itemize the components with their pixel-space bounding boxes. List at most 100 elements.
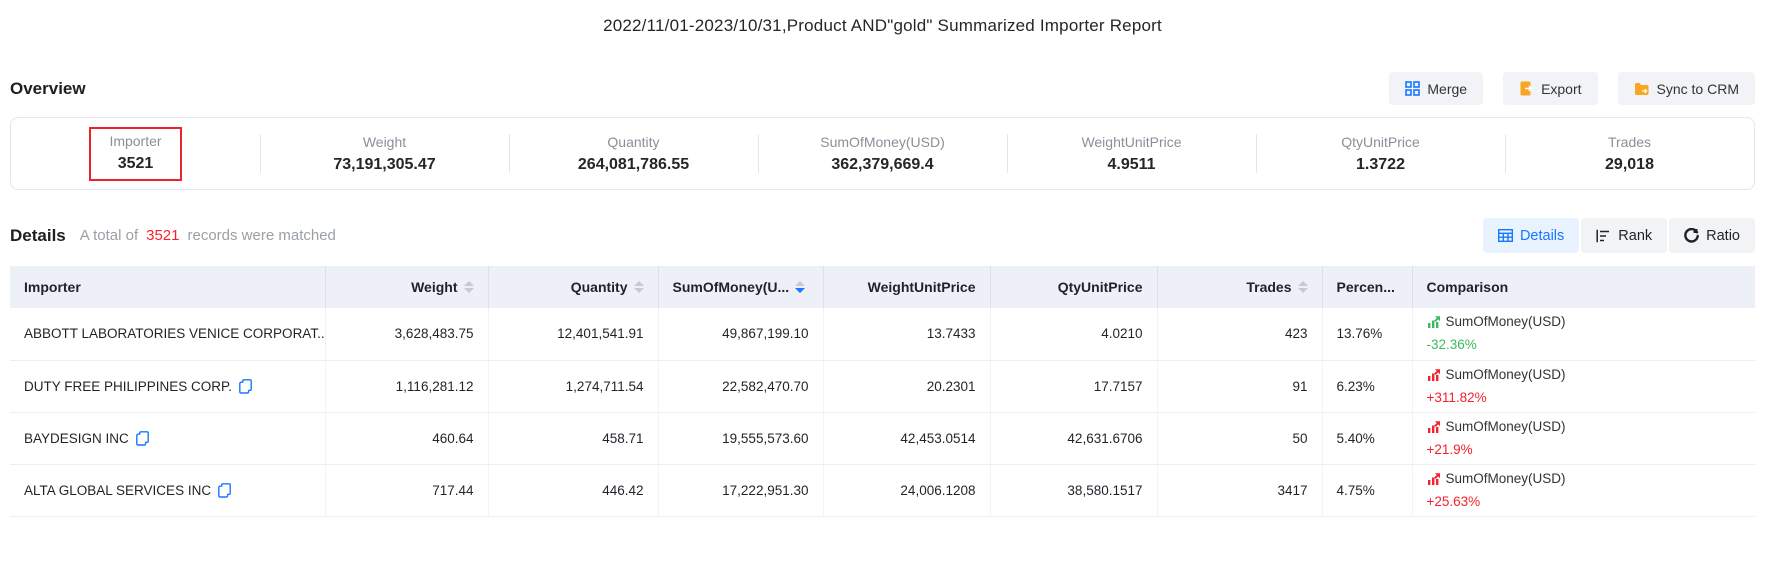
stat-value: 362,379,669.4 bbox=[831, 154, 933, 176]
stat-label: WeightUnitPrice bbox=[1081, 132, 1181, 152]
overview-heading: Overview bbox=[10, 79, 86, 99]
weight-unit-price-cell: 13.7433 bbox=[823, 308, 990, 360]
weight-cell: 460.64 bbox=[325, 412, 488, 464]
sum-of-money-cell: 22,582,470.70 bbox=[658, 360, 823, 412]
table-icon bbox=[1498, 229, 1513, 242]
col-header-sum-of-money[interactable]: SumOfMoney(U... bbox=[658, 266, 823, 308]
details-header: Details A total of 3521 records were mat… bbox=[10, 218, 1755, 253]
weight-unit-price-cell: 20.2301 bbox=[823, 360, 990, 412]
merge-button[interactable]: Merge bbox=[1389, 72, 1483, 105]
stat-sum-of-money: SumOfMoney(USD) 362,379,669.4 bbox=[758, 118, 1007, 189]
comparison-metric-label: SumOfMoney(USD) bbox=[1446, 366, 1566, 384]
comparison-cell: SumOfMoney(USD) +21.9% bbox=[1427, 418, 1742, 459]
col-header-qty-unit-price: QtyUnitPrice bbox=[990, 266, 1157, 308]
tab-ratio[interactable]: Ratio bbox=[1669, 218, 1755, 253]
table-header-row: Importer Weight Quantity SumOfMoney(U...… bbox=[10, 266, 1755, 308]
match-prefix: A total of bbox=[80, 227, 138, 244]
qty-unit-price-cell: 17.7157 bbox=[990, 360, 1157, 412]
stat-weight: Weight 73,191,305.47 bbox=[260, 118, 509, 189]
percent-cell: 6.23% bbox=[1322, 360, 1412, 412]
stat-label: Quantity bbox=[607, 132, 659, 152]
comparison-metric-label: SumOfMoney(USD) bbox=[1446, 313, 1566, 331]
stat-value: 29,018 bbox=[1605, 154, 1654, 176]
stat-trades: Trades 29,018 bbox=[1505, 118, 1754, 189]
export-button[interactable]: Export bbox=[1503, 72, 1597, 105]
sync-to-crm-button[interactable]: Sync to CRM bbox=[1618, 72, 1755, 105]
tab-details[interactable]: Details bbox=[1483, 218, 1579, 253]
importer-name[interactable]: ABBOTT LABORATORIES VENICE CORPORAT... bbox=[24, 326, 325, 341]
copy-icon[interactable] bbox=[218, 483, 231, 498]
weight-cell: 3,628,483.75 bbox=[325, 308, 488, 360]
col-header-trades[interactable]: Trades bbox=[1157, 266, 1322, 308]
comparison-cell: SumOfMoney(USD) +25.63% bbox=[1427, 470, 1742, 511]
stat-quantity: Quantity 264,081,786.55 bbox=[509, 118, 758, 189]
page-title: 2022/11/01-2023/10/31,Product AND"gold" … bbox=[10, 0, 1755, 36]
table-row: ALTA GLOBAL SERVICES INC 717.44 446.42 1… bbox=[10, 464, 1755, 516]
stat-label: Weight bbox=[363, 132, 406, 152]
weight-unit-price-cell: 24,006.1208 bbox=[823, 464, 990, 516]
weight-cell: 717.44 bbox=[325, 464, 488, 516]
col-header-weight[interactable]: Weight bbox=[325, 266, 488, 308]
quantity-cell: 458.71 bbox=[488, 412, 658, 464]
overview-header: Overview Merge Export Sync to CRM bbox=[10, 72, 1755, 105]
tab-rank-label: Rank bbox=[1618, 228, 1652, 244]
sort-icon bbox=[634, 281, 644, 293]
col-header-quantity[interactable]: Quantity bbox=[488, 266, 658, 308]
col-header-percent: Percen... bbox=[1322, 266, 1412, 308]
stat-value: 264,081,786.55 bbox=[578, 154, 689, 176]
stat-label: QtyUnitPrice bbox=[1341, 132, 1420, 152]
stat-label: Trades bbox=[1608, 132, 1651, 152]
copy-icon[interactable] bbox=[239, 379, 252, 394]
trades-cell: 423 bbox=[1157, 308, 1322, 360]
merge-icon bbox=[1405, 81, 1420, 96]
trades-cell: 91 bbox=[1157, 360, 1322, 412]
stat-label: SumOfMoney(USD) bbox=[820, 132, 944, 152]
comparison-change: +311.82% bbox=[1427, 389, 1742, 407]
comparison-metric-label: SumOfMoney(USD) bbox=[1446, 418, 1566, 436]
export-icon bbox=[1519, 81, 1534, 96]
match-suffix: records were matched bbox=[188, 227, 336, 244]
sum-of-money-cell: 17,222,951.30 bbox=[658, 464, 823, 516]
col-header-weight-unit-price: WeightUnitPrice bbox=[823, 266, 990, 308]
trend-chart-icon bbox=[1427, 368, 1441, 382]
qty-unit-price-cell: 42,631.6706 bbox=[990, 412, 1157, 464]
export-button-label: Export bbox=[1541, 81, 1581, 97]
sort-icon bbox=[464, 281, 474, 293]
overview-stats-card: Importer 3521 Weight 73,191,305.47 Quant… bbox=[10, 117, 1755, 190]
sum-of-money-cell: 49,867,199.10 bbox=[658, 308, 823, 360]
percent-cell: 4.75% bbox=[1322, 464, 1412, 516]
sort-icon bbox=[1298, 281, 1308, 293]
copy-icon[interactable] bbox=[136, 431, 149, 446]
comparison-cell: SumOfMoney(USD) -32.36% bbox=[1427, 313, 1742, 354]
tab-rank[interactable]: Rank bbox=[1581, 218, 1667, 253]
tab-ratio-label: Ratio bbox=[1706, 228, 1740, 244]
col-header-importer: Importer bbox=[10, 266, 325, 308]
importer-name[interactable]: DUTY FREE PHILIPPINES CORP. bbox=[24, 379, 232, 394]
col-header-comparison: Comparison bbox=[1412, 266, 1755, 308]
trend-chart-icon bbox=[1427, 315, 1441, 329]
rank-icon bbox=[1596, 229, 1611, 243]
quantity-cell: 1,274,711.54 bbox=[488, 360, 658, 412]
comparison-cell: SumOfMoney(USD) +311.82% bbox=[1427, 366, 1742, 407]
quantity-cell: 446.42 bbox=[488, 464, 658, 516]
weight-cell: 1,116,281.12 bbox=[325, 360, 488, 412]
importer-name[interactable]: ALTA GLOBAL SERVICES INC bbox=[24, 483, 211, 498]
stat-value: 4.9511 bbox=[1107, 154, 1155, 176]
stat-qty-unit-price: QtyUnitPrice 1.3722 bbox=[1256, 118, 1505, 189]
stat-importer: Importer 3521 bbox=[11, 118, 260, 189]
comparison-metric-label: SumOfMoney(USD) bbox=[1446, 470, 1566, 488]
trend-chart-icon bbox=[1427, 472, 1441, 486]
highlight-annotation-box: Importer 3521 bbox=[89, 127, 181, 181]
table-row: ABBOTT LABORATORIES VENICE CORPORAT... 3… bbox=[10, 308, 1755, 360]
stat-label: Importer bbox=[109, 131, 161, 151]
trades-cell: 50 bbox=[1157, 412, 1322, 464]
importer-name[interactable]: BAYDESIGN INC bbox=[24, 431, 129, 446]
comparison-change: +25.63% bbox=[1427, 493, 1742, 511]
stat-value: 3521 bbox=[109, 153, 161, 175]
comparison-change: -32.36% bbox=[1427, 336, 1742, 354]
comparison-change: +21.9% bbox=[1427, 441, 1742, 459]
details-heading: Details bbox=[10, 226, 66, 246]
trend-chart-icon bbox=[1427, 420, 1441, 434]
table-row: DUTY FREE PHILIPPINES CORP. 1,116,281.12… bbox=[10, 360, 1755, 412]
sum-of-money-cell: 19,555,573.60 bbox=[658, 412, 823, 464]
